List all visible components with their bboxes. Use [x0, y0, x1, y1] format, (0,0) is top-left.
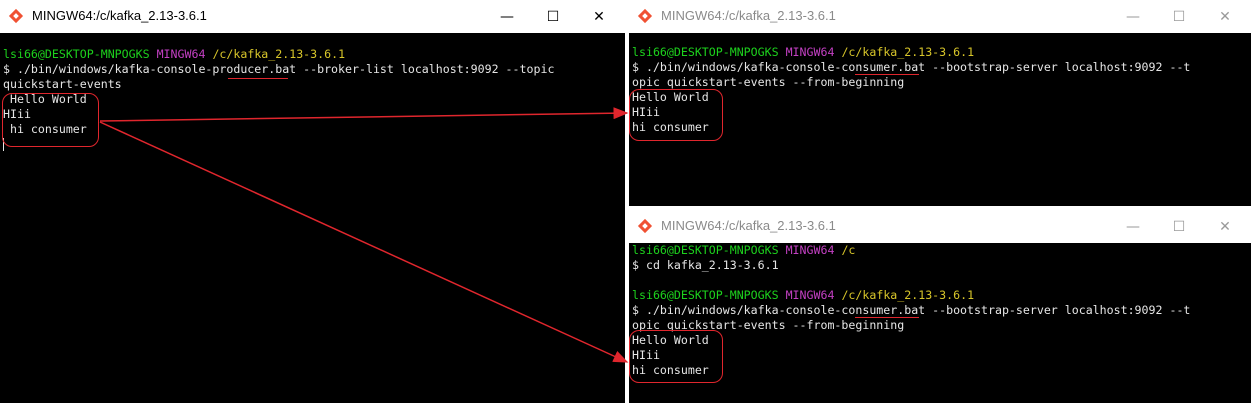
- cd-command: $ cd kafka_2.13-3.6.1: [632, 258, 779, 272]
- prompt-line: lsi66@DESKTOP-MNPOGKS MINGW64 /c/kafka_2…: [632, 288, 1251, 303]
- prompt-env: MINGW64: [785, 45, 835, 59]
- message-line: Hello World: [632, 333, 709, 347]
- window-title: MINGW64:/c/kafka_2.13-3.6.1: [32, 8, 207, 23]
- consumer-command-continued: opic quickstart-events --from-beginning: [632, 75, 905, 89]
- git-bash-icon: [637, 218, 653, 234]
- producer-command: $ ./bin/windows/kafka-console-producer.b…: [3, 62, 555, 76]
- close-button[interactable]: ✕: [1202, 0, 1248, 33]
- git-bash-icon: [8, 8, 24, 24]
- prompt-user: lsi66@DESKTOP-MNPOGKS: [632, 288, 779, 302]
- producer-terminal-output[interactable]: lsi66@DESKTOP-MNPOGKS MINGW64 /c/kafka_2…: [0, 33, 625, 403]
- close-button[interactable]: ✕: [1202, 210, 1248, 243]
- annotation-highlight-box: [629, 330, 723, 383]
- message-line: hi consumer: [632, 120, 709, 134]
- prompt-line: lsi66@DESKTOP-MNPOGKS MINGW64 /c/kafka_2…: [632, 45, 1251, 60]
- minimize-button[interactable]: —: [484, 0, 530, 33]
- prompt-line: lsi66@DESKTOP-MNPOGKS MINGW64 /c: [632, 243, 1251, 258]
- prompt-path: /c/kafka_2.13-3.6.1: [841, 288, 975, 302]
- prompt-user: lsi66@DESKTOP-MNPOGKS: [632, 243, 779, 257]
- prompt-env: MINGW64: [785, 288, 835, 302]
- annotation-highlight-box: [629, 89, 723, 141]
- minimize-button[interactable]: —: [1110, 210, 1156, 243]
- message-line: Hello World: [632, 90, 709, 104]
- window-title: MINGW64:/c/kafka_2.13-3.6.1: [661, 8, 836, 23]
- annotation-underline-consumer: [855, 317, 919, 318]
- annotation-highlight-box: [2, 93, 99, 147]
- window-title: MINGW64:/c/kafka_2.13-3.6.1: [661, 218, 836, 233]
- minimize-button[interactable]: —: [1110, 0, 1156, 33]
- consumer-command: $ ./bin/windows/kafka-console-consumer.b…: [632, 60, 1191, 74]
- prompt-user: lsi66@DESKTOP-MNPOGKS: [632, 45, 779, 59]
- maximize-button[interactable]: ☐: [1156, 210, 1202, 243]
- consumer-command: $ ./bin/windows/kafka-console-consumer.b…: [632, 303, 1191, 317]
- message-line: HIii: [632, 348, 660, 362]
- annotation-underline-producer: [228, 78, 288, 79]
- producer-title-bar[interactable]: MINGW64:/c/kafka_2.13-3.6.1 — ☐ ✕: [0, 0, 625, 33]
- consumer-terminal-window-2[interactable]: MINGW64:/c/kafka_2.13-3.6.1 — ☐ ✕ lsi66@…: [629, 210, 1251, 403]
- git-bash-icon: [637, 8, 653, 24]
- producer-terminal-window[interactable]: MINGW64:/c/kafka_2.13-3.6.1 — ☐ ✕ lsi66@…: [0, 0, 625, 403]
- annotation-underline-consumer: [855, 74, 919, 75]
- message-line: hi consumer: [632, 363, 709, 377]
- producer-command-continued: quickstart-events: [3, 77, 122, 91]
- consumer-terminal-window-1[interactable]: MINGW64:/c/kafka_2.13-3.6.1 — ☐ ✕ lsi66@…: [629, 0, 1251, 206]
- consumer2-title-bar[interactable]: MINGW64:/c/kafka_2.13-3.6.1 — ☐ ✕: [629, 210, 1251, 243]
- consumer2-terminal-output[interactable]: lsi66@DESKTOP-MNPOGKS MINGW64 /c $ cd ka…: [629, 243, 1251, 403]
- prompt-line: lsi66@DESKTOP-MNPOGKS MINGW64 /c/kafka_2…: [3, 47, 625, 62]
- consumer1-title-bar[interactable]: MINGW64:/c/kafka_2.13-3.6.1 — ☐ ✕: [629, 0, 1251, 33]
- maximize-button[interactable]: ☐: [1156, 0, 1202, 33]
- prompt-user: lsi66@DESKTOP-MNPOGKS: [3, 47, 150, 61]
- prompt-env: MINGW64: [156, 47, 206, 61]
- maximize-button[interactable]: ☐: [530, 0, 576, 33]
- prompt-path: /c/kafka_2.13-3.6.1: [841, 45, 975, 59]
- message-line: HIii: [632, 105, 660, 119]
- consumer-command-continued: opic quickstart-events --from-beginning: [632, 318, 905, 332]
- prompt-path: /c: [841, 243, 856, 257]
- close-button[interactable]: ✕: [576, 0, 622, 33]
- prompt-path: /c/kafka_2.13-3.6.1: [212, 47, 346, 61]
- prompt-env: MINGW64: [785, 243, 835, 257]
